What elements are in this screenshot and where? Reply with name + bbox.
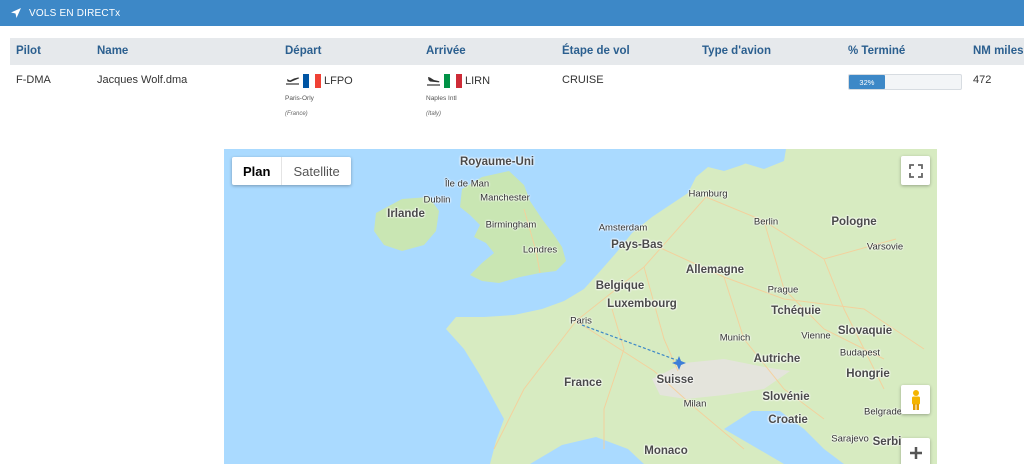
map-label: Sarajevo [831, 433, 869, 445]
map-label: Monaco [644, 445, 688, 457]
map-label: Belgrade [863, 406, 903, 418]
france-flag-icon [303, 74, 321, 88]
map-label: Munich [719, 332, 751, 344]
map-label: Croatie [768, 414, 808, 426]
flight-phase-cell: CRUISE [562, 74, 604, 86]
map-label: Milan [683, 398, 707, 410]
map-label: Luxembourg [607, 298, 677, 310]
fullscreen-button[interactable] [901, 156, 930, 185]
col-name[interactable]: Name [97, 45, 128, 57]
col-nm-miles[interactable]: NM miles a [973, 45, 1024, 57]
map-label: Berlin [753, 216, 779, 228]
pilot-cell: F-DMA [16, 74, 51, 86]
nm-miles-cell: 472 [973, 74, 992, 86]
zoom-in-button[interactable] [901, 438, 930, 464]
map-label: Pays-Bas [611, 239, 663, 251]
live-flights-header: VOLS EN DIRECTx [0, 0, 1024, 26]
progress-bar: 32% [848, 74, 962, 90]
flight-map[interactable]: Royaume-Uni Île de Man Irlande Dublin Ma… [224, 149, 937, 464]
takeoff-icon [286, 77, 300, 85]
map-label: Autriche [753, 353, 801, 365]
map-label: France [564, 377, 602, 389]
pegman-icon [911, 389, 920, 410]
map-label: Varsovie [866, 241, 904, 253]
map-label: Île de Man [444, 178, 490, 190]
departure-name: Paris-Orly [285, 95, 314, 102]
map-label: Suisse [656, 374, 694, 386]
map-label: Amsterdam [598, 222, 648, 234]
col-percent-complete[interactable]: % Terminé [848, 45, 905, 57]
plus-icon [909, 446, 922, 459]
map-label: Budapest [839, 347, 881, 359]
col-departure[interactable]: Départ [285, 45, 321, 57]
map-type-control: Plan Satellite [232, 157, 351, 185]
progress-fill: 32% [849, 75, 885, 89]
arrival-name: Naples Intl [426, 95, 457, 102]
navigation-arrow-icon [10, 7, 22, 19]
flights-table: Pilot Name Départ Arrivée Étape de vol T… [10, 38, 1024, 145]
name-cell: Jacques Wolf.dma [97, 74, 188, 86]
map-label: Slovaquie [837, 325, 893, 337]
map-label: Vienne [801, 330, 831, 342]
col-arrival[interactable]: Arrivée [426, 45, 466, 57]
table-header: Pilot Name Départ Arrivée Étape de vol T… [10, 38, 1024, 65]
map-label: Hongrie [846, 368, 890, 380]
map-label: Belgique [595, 280, 645, 292]
map-label: Pologne [831, 216, 877, 228]
col-aircraft-type[interactable]: Type d'avion [702, 45, 771, 57]
map-label: Allemagne [685, 264, 745, 276]
fullscreen-icon [908, 163, 923, 178]
arrival-code: LIRN [465, 75, 491, 87]
map-label: Royaume-Uni [459, 156, 535, 168]
departure-country: (France) [285, 111, 308, 117]
map-label: Tchéquie [771, 305, 821, 317]
map-label: Serbi [872, 436, 902, 448]
map-label: Paris [570, 315, 592, 327]
map-type-satellite-button[interactable]: Satellite [282, 157, 350, 185]
map-label: Manchester [480, 192, 530, 204]
map-label: Dublin [423, 194, 451, 206]
map-type-plan-button[interactable]: Plan [232, 157, 283, 185]
col-flight-phase[interactable]: Étape de vol [562, 45, 630, 57]
landing-icon [427, 77, 440, 86]
map-base [374, 149, 937, 464]
map-label: Londres [522, 244, 558, 256]
header-title: VOLS EN DIRECTx [29, 7, 121, 19]
map-label: Slovénie [762, 391, 810, 403]
arrival-country: (Italy) [426, 111, 441, 117]
map-label: Hamburg [688, 188, 728, 200]
map-label: Irlande [387, 208, 425, 220]
street-view-pegman-button[interactable] [901, 385, 930, 414]
arrival-cell: LIRN Naples Intl (Italy) [426, 74, 490, 117]
map-label: Birmingham [485, 219, 537, 231]
map-label: Prague [767, 284, 799, 296]
departure-cell: LFPO Paris-Orly (France) [285, 74, 353, 117]
italy-flag-icon [444, 74, 462, 88]
departure-code: LFPO [324, 75, 353, 87]
col-pilot[interactable]: Pilot [16, 45, 41, 57]
